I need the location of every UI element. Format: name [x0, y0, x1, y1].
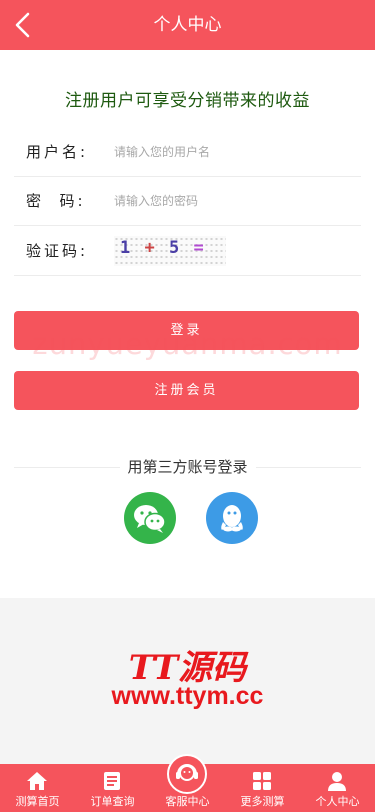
wechat-login-button[interactable]	[124, 492, 176, 544]
register-button[interactable]: 注册会员	[14, 371, 359, 410]
password-label: 密 码:	[26, 192, 86, 210]
tab-orders[interactable]: 订单查询	[75, 764, 150, 812]
captcha-input[interactable]	[114, 236, 344, 266]
wechat-icon	[134, 505, 166, 533]
app-header: 个人中心	[0, 0, 375, 50]
qq-icon	[221, 505, 243, 532]
qq-login-button[interactable]	[206, 492, 258, 544]
user-icon	[328, 772, 346, 791]
page-title: 个人中心	[153, 15, 222, 35]
third-party-divider: 用第三方账号登录	[14, 456, 361, 480]
bottom-tab-bar: 测算首页 订单查询 客服中心 更多测算 个人中心	[0, 754, 375, 812]
support-bubble	[167, 754, 207, 794]
document-icon	[104, 772, 120, 790]
tab-profile-label: 个人中心	[315, 795, 360, 808]
home-icon	[27, 772, 47, 790]
tab-more[interactable]: 更多测算	[225, 764, 300, 812]
tab-orders-label: 订单查询	[90, 795, 135, 808]
captcha-row: 验证码: 1 + 5 =	[14, 226, 361, 276]
tab-support[interactable]: 客服中心	[150, 754, 225, 812]
captcha-label: 验证码:	[26, 242, 89, 260]
tab-home[interactable]: 测算首页	[0, 764, 75, 812]
username-input[interactable]	[114, 137, 344, 167]
third-party-title: 用第三方账号登录	[119, 456, 256, 477]
username-label: 用户名:	[26, 143, 89, 161]
password-input[interactable]	[114, 186, 344, 216]
slogan-text: 注册用户可享受分销带来的收益	[65, 91, 310, 111]
grid-icon	[253, 772, 271, 790]
password-row: 密 码:	[14, 176, 361, 226]
tab-profile[interactable]: 个人中心	[300, 764, 375, 812]
login-button[interactable]: 登录	[14, 311, 359, 350]
tab-support-label: 客服中心	[165, 795, 210, 808]
tab-home-label: 测算首页	[15, 795, 60, 808]
tab-more-label: 更多测算	[240, 795, 285, 808]
headset-icon	[176, 764, 198, 781]
brand-url: www.ttym.cc	[111, 682, 264, 710]
username-row: 用户名:	[14, 127, 361, 177]
